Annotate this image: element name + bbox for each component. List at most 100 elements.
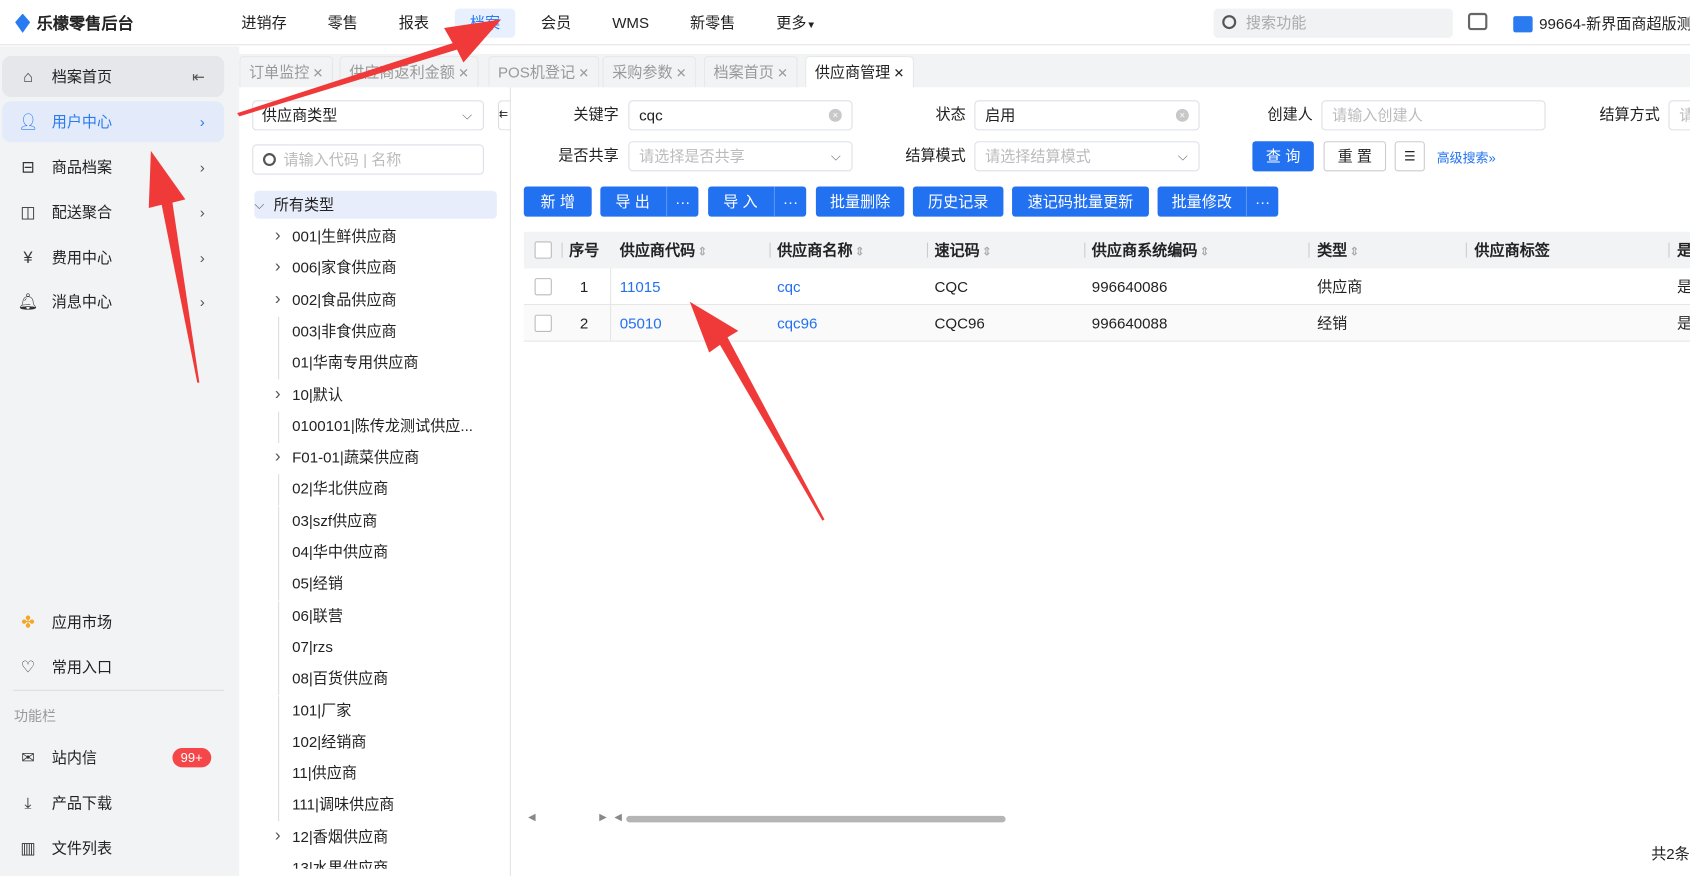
sidebar-item-delivery[interactable]: ◫ 配送聚合 › — [2, 192, 224, 233]
select-all-checkbox[interactable] — [534, 241, 552, 259]
column-settings-icon[interactable]: ☰ — [1394, 141, 1425, 172]
chevron-right-icon[interactable]: › — [275, 254, 281, 282]
nav-more[interactable]: 更多▼ — [761, 9, 831, 38]
horizontal-scrollbar[interactable]: ◀ ▶ ◀ — [524, 811, 1690, 826]
supplier-type-select[interactable]: 供应商类型 ⌵ — [252, 100, 484, 131]
tree-node[interactable]: 01|华南专用供应商 — [278, 348, 418, 380]
tree-node[interactable]: › F01-01|蔬菜供应商 — [275, 443, 419, 471]
import-button[interactable]: 导 入 ··· — [708, 186, 807, 217]
status-select[interactable]: 启用 × — [974, 100, 1200, 131]
batch-delete-button[interactable]: 批量删除 — [815, 186, 905, 217]
collapse-panel-icon[interactable]: ⇇ — [497, 100, 511, 131]
column-header-code[interactable]: 供应商代码 ⇕ — [620, 232, 708, 269]
close-icon[interactable]: ✕ — [458, 66, 469, 81]
creator-input[interactable]: 请输入创建人 — [1321, 100, 1546, 131]
row-checkbox[interactable] — [534, 278, 552, 296]
sidebar-item-favorites[interactable]: ♡ 常用入口 — [2, 647, 224, 688]
nav-retail[interactable]: 零售 — [313, 9, 373, 38]
function-search-input[interactable]: 搜索功能 — [1213, 8, 1453, 38]
nav-reports[interactable]: 报表 — [384, 9, 444, 38]
query-button[interactable]: 查 询 — [1252, 141, 1314, 172]
chevron-right-icon[interactable]: › — [275, 443, 281, 471]
tree-node[interactable]: › 10|默认 — [275, 380, 343, 408]
history-button[interactable]: 历史记录 — [912, 186, 1004, 217]
tree-node[interactable]: 111|调味供应商 — [278, 790, 394, 822]
column-header-name[interactable]: 供应商名称 ⇕ — [777, 232, 865, 269]
tab-pos-register[interactable]: POS机登记 ✕ — [488, 56, 599, 88]
column-header-system-code[interactable]: 供应商系统编码 ⇕ — [1092, 232, 1210, 269]
sidebar-item-user-center[interactable]: 👤︎ 用户中心 › — [2, 101, 225, 143]
sidebar-item-app-market[interactable]: ✤ 应用市场 — [2, 601, 224, 642]
batch-edit-button[interactable]: 批量修改 ··· — [1157, 186, 1279, 217]
chevron-right-icon[interactable]: › — [275, 222, 281, 250]
chevron-right-icon[interactable]: › — [275, 822, 281, 850]
tree-node[interactable]: › 006|家食供应商 — [275, 254, 397, 282]
tree-node[interactable]: › 001|生鲜供应商 — [275, 222, 397, 250]
nav-wms[interactable]: WMS — [597, 9, 664, 38]
tree-root[interactable]: ⌵ 所有类型 — [254, 190, 497, 219]
cell-supplier-code[interactable]: 11015 — [620, 268, 661, 305]
advanced-search-link[interactable]: 高级搜索» — [1437, 149, 1496, 167]
tab-archive-home[interactable]: 档案首页 ✕ — [703, 56, 798, 88]
tree-node[interactable]: 06|联营 — [278, 600, 343, 633]
scroll-left-icon[interactable]: ◀ — [528, 812, 535, 824]
reset-button[interactable]: 重 置 — [1323, 141, 1387, 172]
tree-node[interactable]: 08|百货供应商 — [278, 664, 388, 696]
scroll-left-icon[interactable]: ◀ — [614, 812, 621, 824]
cell-supplier-name[interactable]: cqc — [777, 268, 800, 305]
tree-node[interactable]: 05|经销 — [278, 569, 343, 601]
nav-member[interactable]: 会员 — [526, 9, 586, 38]
nav-archive[interactable]: 档案 — [454, 8, 516, 38]
tab-order-monitor[interactable]: 订单监控 ✕ — [239, 56, 334, 88]
more-icon[interactable]: ··· — [1245, 186, 1278, 217]
cell-supplier-name[interactable]: cqc96 — [777, 305, 817, 342]
sidebar-item-archive-home[interactable]: ⌂ 档案首页 ⇤ — [2, 56, 225, 98]
sidebar-item-inbox[interactable]: ✉ 站内信 99+ — [2, 737, 224, 778]
tree-node[interactable]: 102|经销商 — [278, 727, 366, 759]
printer-icon[interactable] — [1467, 12, 1488, 31]
tree-node[interactable]: 13|水果供应商 — [292, 854, 388, 869]
tree-node[interactable]: 101|厂家 — [278, 695, 351, 727]
close-icon[interactable]: ✕ — [578, 66, 589, 81]
keyword-input[interactable]: cqc × — [628, 100, 853, 131]
chevron-right-icon[interactable]: › — [275, 285, 281, 313]
store-switcher[interactable]: 99664-新界面商超版测 — [1513, 13, 1690, 35]
tree-node[interactable]: › 12|香烟供应商 — [275, 822, 388, 850]
sidebar-item-file-list[interactable]: ▥ 文件列表 — [2, 828, 224, 869]
table-row[interactable]: 2 05010 cqc96 CQC96 996640088 经销 是 — [523, 305, 1690, 342]
export-button[interactable]: 导 出 ··· — [600, 186, 699, 217]
sidebar-item-fee-center[interactable]: ¥ 费用中心 › — [2, 237, 224, 278]
tree-node[interactable]: › 002|食品供应商 — [275, 285, 397, 313]
batch-update-shortcode-button[interactable]: 速记码批量更新 — [1012, 186, 1149, 217]
sidebar-item-message-center[interactable]: 🔔︎ 消息中心 › — [2, 281, 224, 322]
close-icon[interactable]: ✕ — [313, 66, 324, 81]
table-row[interactable]: 1 11015 cqc CQC 996640086 供应商 是 — [523, 268, 1690, 306]
settle-method-select[interactable]: 请 — [1668, 100, 1690, 131]
logo[interactable]: 乐檬零售后台 — [15, 12, 134, 35]
tree-node[interactable]: 03|szf供应商 — [278, 506, 377, 538]
more-icon[interactable]: ··· — [666, 186, 698, 217]
more-icon[interactable]: ··· — [773, 186, 806, 217]
tree-node[interactable]: 02|华北供应商 — [278, 474, 388, 506]
tree-node[interactable]: 07|rzs — [278, 632, 333, 664]
sidebar-item-download[interactable]: ⤓ 产品下载 — [2, 782, 224, 823]
cell-supplier-code[interactable]: 05010 — [620, 305, 662, 342]
clear-icon[interactable]: × — [828, 108, 842, 122]
tab-supplier-management[interactable]: 供应商管理 ✕ — [805, 56, 915, 88]
scrollbar-thumb[interactable] — [626, 815, 1006, 823]
close-icon[interactable]: ✕ — [777, 66, 788, 81]
tree-node[interactable]: 003|非食供应商 — [278, 316, 397, 349]
add-button[interactable]: 新 增 — [523, 186, 592, 217]
collapse-icon[interactable]: ⇤ — [192, 67, 205, 85]
chevron-right-icon[interactable]: › — [275, 380, 281, 408]
nav-new-retail[interactable]: 新零售 — [675, 9, 750, 38]
tree-node[interactable]: 11|供应商 — [278, 758, 357, 791]
row-checkbox[interactable] — [534, 314, 552, 332]
tab-supplier-rebate[interactable]: 供应商返利金额 ✕ — [339, 56, 479, 88]
tab-purchase-params[interactable]: 采购参数 ✕ — [602, 56, 697, 88]
scroll-right-icon[interactable]: ▶ — [599, 812, 606, 824]
close-icon[interactable]: ✕ — [893, 66, 904, 81]
column-header-shortcode[interactable]: 速记码 ⇕ — [934, 232, 991, 269]
shared-select[interactable]: 请选择是否共享 ⌵ — [628, 141, 853, 172]
column-header-type[interactable]: 类型 ⇕ — [1317, 232, 1359, 269]
